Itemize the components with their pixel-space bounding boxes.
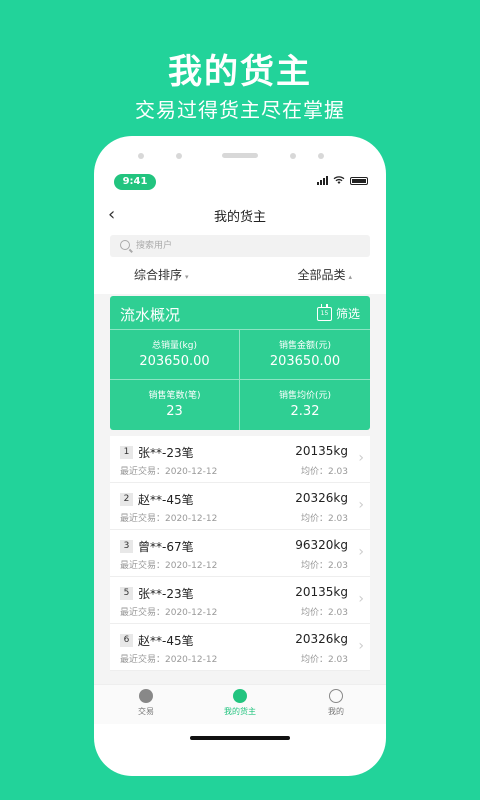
summary-title: 流水概况 (120, 306, 181, 324)
average-price: 均价：2.03 (300, 561, 348, 571)
signal-icon (317, 176, 328, 185)
sort-label: 综合排序 (134, 268, 183, 282)
summary-cell-label: 销售均价(元) (278, 391, 332, 401)
bottom-tab-bar: 交易 我的货主 我的 (94, 684, 386, 724)
profile-icon (329, 689, 343, 703)
shipper-name: 赵**-45笔 (138, 493, 194, 507)
rank-badge: 1 (120, 446, 133, 459)
search-input[interactable]: 搜索用户 (110, 235, 370, 257)
sensor-dot (138, 153, 144, 159)
list-item[interactable]: 3 曾**-67笔 96320kg 最近交易：2020-12-12 均价：2.0… (110, 530, 370, 577)
summary-cell-value: 2.32 (290, 404, 320, 419)
summary-cell: 销售笔数(笔) 23 (110, 380, 240, 430)
summary-header: 流水概况 15 筛选 (110, 296, 370, 330)
last-trade-date: 最近交易：2020-12-12 (120, 561, 218, 571)
tab-label: 交易 (138, 707, 154, 716)
tab-label: 我的货主 (224, 707, 256, 716)
average-price: 均价：2.03 (300, 467, 348, 477)
summary-cell-label: 销售金额(元) (278, 341, 332, 351)
calendar-icon: 15 (316, 303, 332, 321)
shipper-weight: 20135kg (295, 444, 348, 458)
chevron-right-icon: › (358, 497, 364, 513)
battery-icon (350, 177, 368, 185)
tab-profile[interactable]: 我的 (306, 689, 366, 717)
chevron-right-icon: › (358, 638, 364, 654)
search-icon (120, 240, 130, 250)
shipper-name: 赵**-45笔 (138, 634, 194, 648)
list-item[interactable]: 5 张**-23笔 20135kg 最近交易：2020-12-12 均价：2.0… (110, 577, 370, 624)
flow-summary-card: 流水概况 15 筛选 总销量(kg) 203650.00 销售金额(元) 203… (110, 296, 370, 430)
category-dropdown[interactable]: 全部品类 ▴ (297, 266, 352, 283)
summary-cell: 总销量(kg) 203650.00 (110, 330, 240, 380)
chevron-right-icon: › (358, 591, 364, 607)
rank-badge: 3 (120, 540, 133, 553)
list-item[interactable]: 1 张**-23笔 20135kg 最近交易：2020-12-12 均价：2.0… (110, 436, 370, 483)
caret-up-icon: ▴ (348, 273, 352, 281)
status-time: 9:41 (114, 174, 156, 190)
summary-grid: 总销量(kg) 203650.00 销售金额(元) 203650.00 销售笔数… (110, 330, 370, 430)
status-icons (317, 176, 368, 185)
shipper-weight: 20326kg (295, 632, 348, 646)
camera-dot (290, 153, 296, 159)
list-item[interactable]: 6 赵**-45笔 20326kg 最近交易：2020-12-12 均价：2.0… (110, 624, 370, 671)
summary-cell-value: 203650.00 (269, 354, 341, 369)
promo-subtitle: 交易过得货主尽在掌握 (135, 98, 345, 122)
shipper-name: 张**-23笔 (138, 446, 194, 460)
last-trade-date: 最近交易：2020-12-12 (120, 608, 218, 618)
speaker-grille (222, 153, 258, 158)
summary-cell-label: 销售笔数(笔) (148, 391, 201, 401)
sort-row: 综合排序 ▾ 全部品类 ▴ (94, 266, 386, 286)
sensor-dot (318, 153, 324, 159)
nav-bar: ‹ 我的货主 (94, 202, 386, 228)
average-price: 均价：2.03 (300, 514, 348, 524)
rank-badge: 5 (120, 587, 133, 600)
shipper-weight: 20326kg (295, 491, 348, 505)
chevron-right-icon: › (358, 450, 364, 466)
summary-cell: 销售金额(元) 203650.00 (240, 330, 370, 380)
rank-badge: 6 (120, 634, 133, 647)
average-price: 均价：2.03 (300, 608, 348, 618)
last-trade-date: 最近交易：2020-12-12 (120, 514, 218, 524)
summary-cell-label: 总销量(kg) (152, 341, 197, 351)
sort-dropdown[interactable]: 综合排序 ▾ (134, 266, 189, 283)
wifi-icon (333, 176, 345, 184)
tab-label: 我的 (328, 707, 344, 716)
shipper-weight: 20135kg (295, 585, 348, 599)
shipper-name: 曾**-67笔 (138, 540, 194, 554)
filter-label: 筛选 (335, 307, 360, 321)
shipper-list: 1 张**-23笔 20135kg 最近交易：2020-12-12 均价：2.0… (110, 436, 370, 671)
shipper-icon (233, 689, 247, 703)
home-indicator (190, 736, 290, 740)
page-title: 我的货主 (213, 210, 266, 225)
chevron-right-icon: › (358, 544, 364, 560)
list-item[interactable]: 2 赵**-45笔 20326kg 最近交易：2020-12-12 均价：2.0… (110, 483, 370, 530)
summary-cell: 销售均价(元) 2.32 (240, 380, 370, 430)
summary-cell-value: 23 (166, 404, 183, 419)
search-placeholder: 搜索用户 (136, 241, 173, 251)
last-trade-date: 最近交易：2020-12-12 (120, 467, 218, 477)
promo-title: 我的货主 (168, 52, 312, 92)
trade-icon (139, 689, 153, 703)
sensor-dot (176, 153, 182, 159)
phone-frame: 9:41 ‹ 我的货主 搜索用户 综合排序 ▾ 全部品类 ▴ 流水概况 15 筛选 … (94, 136, 386, 776)
shipper-weight: 96320kg (295, 538, 348, 552)
filter-button[interactable]: 15 筛选 (316, 303, 360, 322)
average-price: 均价：2.03 (300, 655, 348, 665)
shipper-name: 张**-23笔 (138, 587, 194, 601)
rank-badge: 2 (120, 493, 133, 506)
tab-my-shippers[interactable]: 我的货主 (210, 689, 270, 717)
caret-down-icon: ▾ (185, 273, 189, 281)
summary-cell-value: 203650.00 (139, 354, 210, 369)
last-trade-date: 最近交易：2020-12-12 (120, 655, 218, 665)
category-label: 全部品类 (297, 268, 346, 282)
tab-trade[interactable]: 交易 (116, 689, 176, 717)
